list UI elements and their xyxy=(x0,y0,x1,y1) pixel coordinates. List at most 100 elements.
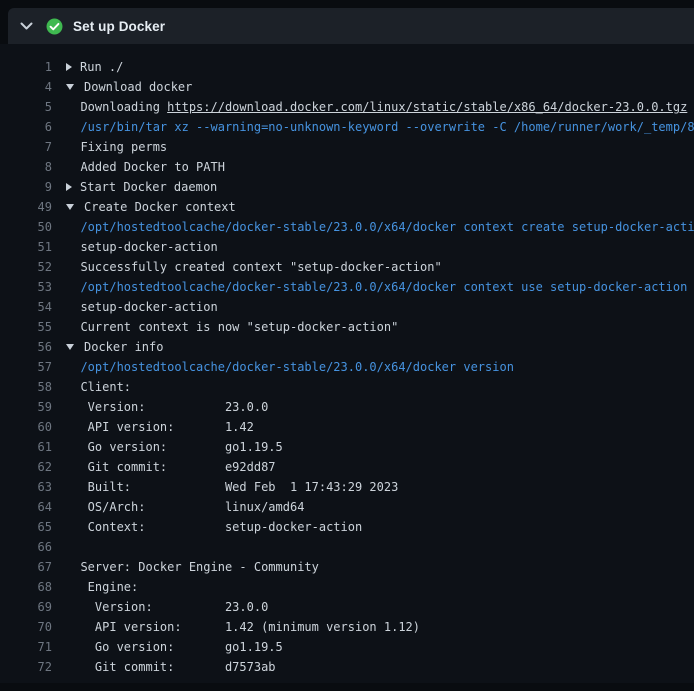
group-title: Docker info xyxy=(84,340,163,354)
line-number[interactable]: 67 xyxy=(0,557,52,577)
log-line: 5 Downloading https://download.docker.co… xyxy=(0,97,694,117)
line-number[interactable]: 63 xyxy=(0,477,52,497)
group-title: Run ./ xyxy=(80,60,123,74)
group-title: Download docker xyxy=(84,80,192,94)
line-number[interactable]: 54 xyxy=(0,297,52,317)
line-number[interactable]: 52 xyxy=(0,257,52,277)
success-check-icon xyxy=(46,18,63,35)
log-line: 65 Context: setup-docker-action xyxy=(0,517,694,537)
line-number[interactable]: 56 xyxy=(0,337,52,357)
line-number[interactable]: 5 xyxy=(0,97,52,117)
line-number[interactable]: 66 xyxy=(0,537,52,557)
line-number[interactable]: 69 xyxy=(0,597,52,617)
line-content: Git commit: e92dd87 xyxy=(66,457,694,477)
line-number[interactable]: 4 xyxy=(0,77,52,97)
log-group-header[interactable]: 56 Docker info xyxy=(0,337,694,357)
line-content: Version: 23.0.0 xyxy=(66,597,694,617)
line-number[interactable]: 60 xyxy=(0,417,52,437)
log-line: 8 Added Docker to PATH xyxy=(0,157,694,177)
log-line: 64 OS/Arch: linux/amd64 xyxy=(0,497,694,517)
log-line: 7 Fixing perms xyxy=(0,137,694,157)
line-content: Go version: go1.19.5 xyxy=(66,437,694,457)
line-content: Engine: xyxy=(66,577,694,597)
log-group-header[interactable]: 1 Run ./ xyxy=(0,57,694,77)
group-title: Create Docker context xyxy=(84,200,236,214)
line-content: Git commit: d7573ab xyxy=(66,657,694,677)
log-group-header[interactable]: 49 Create Docker context xyxy=(0,197,694,217)
log-line: 52 Successfully created context "setup-d… xyxy=(0,257,694,277)
line-number[interactable]: 72 xyxy=(0,657,52,677)
line-content: Downloading https://download.docker.com/… xyxy=(66,97,694,117)
line-number[interactable]: 65 xyxy=(0,517,52,537)
group-expanded-icon xyxy=(66,204,74,210)
log-line: 67 Server: Docker Engine - Community xyxy=(0,557,694,577)
log-line: 57 /opt/hostedtoolcache/docker-stable/23… xyxy=(0,357,694,377)
line-content: Added Docker to PATH xyxy=(66,157,694,177)
line-content: Download docker xyxy=(66,77,694,97)
line-number[interactable]: 55 xyxy=(0,317,52,337)
line-content: Current context is now "setup-docker-act… xyxy=(66,317,694,337)
line-number[interactable]: 61 xyxy=(0,437,52,457)
log-line: 62 Git commit: e92dd87 xyxy=(0,457,694,477)
line-number[interactable]: 51 xyxy=(0,237,52,257)
line-number[interactable]: 57 xyxy=(0,357,52,377)
line-content: Version: 23.0.0 xyxy=(66,397,694,417)
line-content: /usr/bin/tar xz --warning=no-unknown-key… xyxy=(66,117,694,137)
log-body: 1 Run ./ 4 Download docker 5 Downloading… xyxy=(0,44,694,683)
line-number[interactable]: 6 xyxy=(0,117,52,137)
log-line: 53 /opt/hostedtoolcache/docker-stable/23… xyxy=(0,277,694,297)
group-expanded-icon xyxy=(66,344,74,350)
line-number[interactable]: 62 xyxy=(0,457,52,477)
log-line: 68 Engine: xyxy=(0,577,694,597)
line-number[interactable]: 8 xyxy=(0,157,52,177)
line-content: /opt/hostedtoolcache/docker-stable/23.0.… xyxy=(66,357,694,377)
line-content: Create Docker context xyxy=(66,197,694,217)
line-number[interactable]: 53 xyxy=(0,277,52,297)
log-link[interactable]: https://download.docker.com/linux/static… xyxy=(167,100,687,114)
log-line: 55 Current context is now "setup-docker-… xyxy=(0,317,694,337)
log-line: 71 Go version: go1.19.5 xyxy=(0,637,694,657)
line-content xyxy=(66,537,694,557)
line-content: Go version: go1.19.5 xyxy=(66,637,694,657)
line-content: /opt/hostedtoolcache/docker-stable/23.0.… xyxy=(66,277,694,297)
log-line: 6 /usr/bin/tar xz --warning=no-unknown-k… xyxy=(0,117,694,137)
log-line: 60 API version: 1.42 xyxy=(0,417,694,437)
line-number[interactable]: 7 xyxy=(0,137,52,157)
log-group-header[interactable]: 9 Start Docker daemon xyxy=(0,177,694,197)
step-header[interactable]: Set up Docker xyxy=(8,8,694,44)
line-content: API version: 1.42 (minimum version 1.12) xyxy=(66,617,694,637)
line-content: Successfully created context "setup-dock… xyxy=(66,257,694,277)
log-line: 69 Version: 23.0.0 xyxy=(0,597,694,617)
line-content: Run ./ xyxy=(66,57,694,77)
line-content: API version: 1.42 xyxy=(66,417,694,437)
line-content: Server: Docker Engine - Community xyxy=(66,557,694,577)
log-line: 58 Client: xyxy=(0,377,694,397)
line-content: OS/Arch: linux/amd64 xyxy=(66,497,694,517)
line-number[interactable]: 9 xyxy=(0,177,52,197)
line-number[interactable]: 64 xyxy=(0,497,52,517)
line-content: Fixing perms xyxy=(66,137,694,157)
log-line: 63 Built: Wed Feb 1 17:43:29 2023 xyxy=(0,477,694,497)
log-line: 51 setup-docker-action xyxy=(0,237,694,257)
chevron-down-icon[interactable] xyxy=(20,22,34,31)
line-number[interactable]: 58 xyxy=(0,377,52,397)
group-expanded-icon xyxy=(66,84,74,90)
log-text: Downloading xyxy=(66,100,167,114)
line-content: Built: Wed Feb 1 17:43:29 2023 xyxy=(66,477,694,497)
log-line: 59 Version: 23.0.0 xyxy=(0,397,694,417)
line-number[interactable]: 70 xyxy=(0,617,52,637)
line-number[interactable]: 71 xyxy=(0,637,52,657)
log-line: 54 setup-docker-action xyxy=(0,297,694,317)
line-number[interactable]: 50 xyxy=(0,217,52,237)
log-line: 66 xyxy=(0,537,694,557)
line-content: setup-docker-action xyxy=(66,237,694,257)
log-line: 70 API version: 1.42 (minimum version 1.… xyxy=(0,617,694,637)
line-number[interactable]: 68 xyxy=(0,577,52,597)
line-number[interactable]: 59 xyxy=(0,397,52,417)
line-number[interactable]: 1 xyxy=(0,57,52,77)
log-group-header[interactable]: 4 Download docker xyxy=(0,77,694,97)
line-content: setup-docker-action xyxy=(66,297,694,317)
line-number[interactable]: 49 xyxy=(0,197,52,217)
line-content: Context: setup-docker-action xyxy=(66,517,694,537)
group-title: Start Docker daemon xyxy=(80,180,217,194)
